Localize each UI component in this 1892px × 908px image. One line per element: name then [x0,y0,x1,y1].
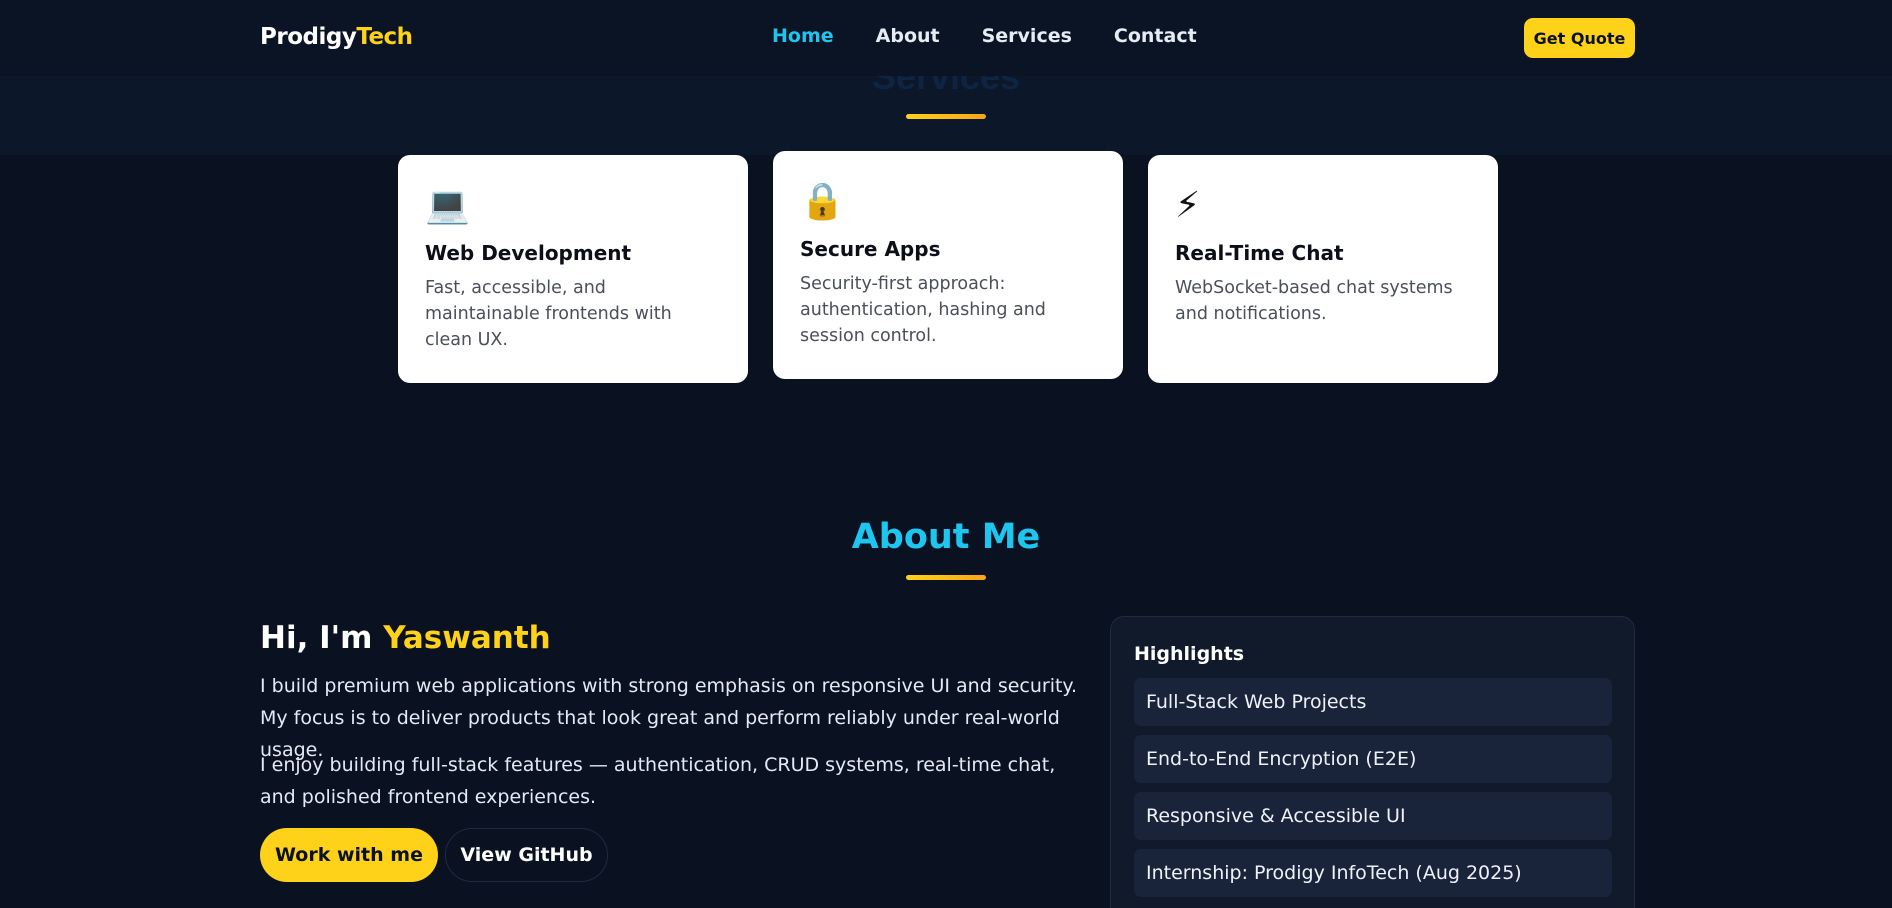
work-with-me-button[interactable]: Work with me [260,828,438,882]
about-title-underline [906,575,986,580]
service-card-description: Security-first approach: authentication,… [800,274,1046,346]
brand-logo[interactable]: ProdigyTech [260,24,413,50]
brand-accent: Tech [356,24,413,50]
services-title-underline [906,114,986,119]
about-section-title: About Me [851,517,1041,557]
service-card-title: Real-Time Chat [1175,241,1344,265]
nav-link-services[interactable]: Services [982,25,1072,47]
greeting-prefix: Hi, I'm [260,620,373,656]
service-card-title: Secure Apps [800,237,941,261]
service-card-web-development[interactable]: 💻 Web Development Fast, accessible, and … [398,155,748,383]
greeting-name: Yaswanth [383,620,551,656]
service-card-real-time-chat[interactable]: ⚡ Real-Time Chat WebSocket-based chat sy… [1148,155,1498,383]
nav-link-about[interactable]: About [876,25,940,47]
service-card-description: Fast, accessible, and maintainable front… [425,278,672,350]
lock-icon: 🔒 [800,180,845,221]
highlight-item: End-to-End Encryption (E2E) [1134,735,1612,783]
lightning-icon: ⚡ [1175,184,1201,225]
service-card-description: WebSocket-based chat systems and notific… [1175,278,1453,324]
highlights-panel: Highlights Full-Stack Web Projects End-t… [1110,616,1635,908]
get-quote-button[interactable]: Get Quote [1524,18,1635,58]
nav-link-contact[interactable]: Contact [1114,25,1197,47]
about-greeting: Hi, I'm Yaswanth [260,620,551,656]
service-card-secure-apps[interactable]: 🔒 Secure Apps Security-first approach: a… [773,151,1123,379]
about-paragraph-2: I enjoy building full-stack features — a… [260,754,1056,808]
highlight-item: Responsive & Accessible UI [1134,792,1612,840]
laptop-icon: 💻 [425,184,470,225]
nav-link-home[interactable]: Home [772,25,834,47]
highlight-item: Internship: Prodigy InfoTech (Aug 2025) [1134,849,1612,897]
highlight-item: Full-Stack Web Projects [1134,678,1612,726]
navbar: ProdigyTech Home About Services Contact … [0,0,1892,76]
highlights-title: Highlights [1134,643,1245,665]
brand-main: Prodigy [260,24,357,50]
service-card-title: Web Development [425,241,632,265]
view-github-button[interactable]: View GitHub [445,828,608,882]
nav-links: Home About Services Contact [772,25,1197,47]
